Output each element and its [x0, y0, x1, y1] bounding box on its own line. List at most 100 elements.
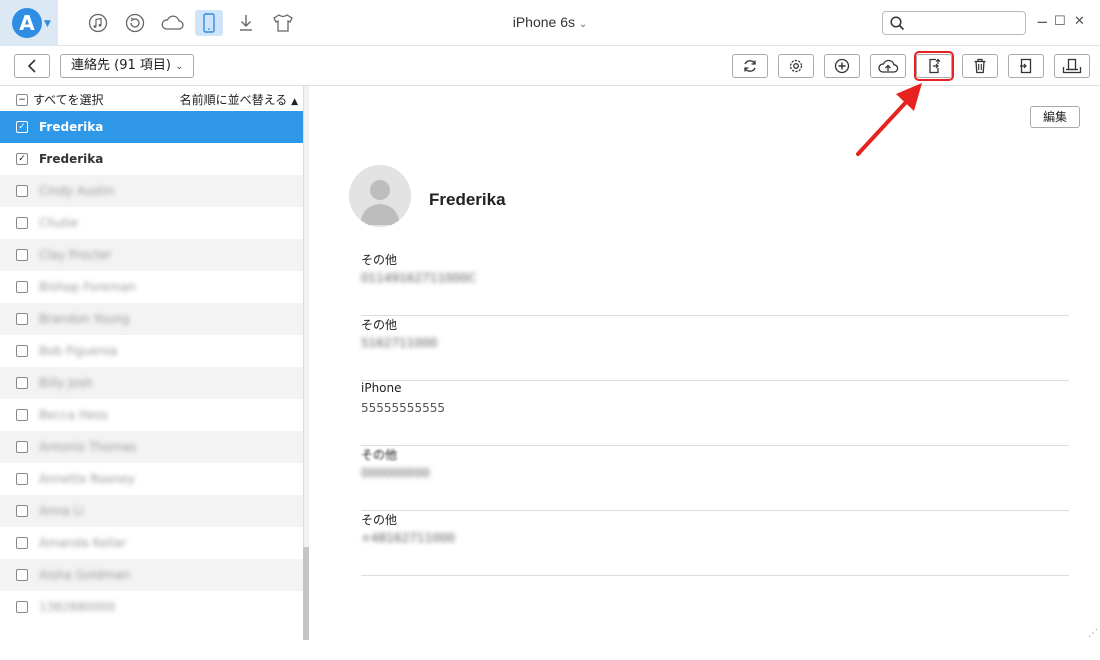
contact-name-label: Anna Li: [39, 504, 84, 518]
contact-checkbox[interactable]: [16, 345, 28, 357]
contact-row[interactable]: Billy Josh: [0, 367, 303, 399]
music-icon[interactable]: [84, 10, 112, 36]
field-label: その他: [361, 513, 398, 527]
device-selector[interactable]: iPhone 6s ⌄: [490, 14, 610, 30]
contact-sidebar: − すべてを選択 名前順に並べ替える ▲ ✓ Frederika ✓ Frederik…: [0, 86, 304, 640]
contact-row[interactable]: Chutie: [0, 207, 303, 239]
contact-name-label: Frederika: [39, 152, 104, 166]
category-label: 連絡先 (91 項目): [71, 58, 171, 73]
delete-button[interactable]: [962, 54, 998, 78]
contact-row[interactable]: Annette Rooney: [0, 463, 303, 495]
select-all-label: すべてを選択: [33, 93, 104, 107]
contact-name: Frederika: [429, 190, 506, 209]
contact-field: その他 000000000: [361, 446, 1069, 511]
resize-grip-icon[interactable]: ⋰: [1088, 628, 1098, 639]
contact-checkbox[interactable]: [16, 185, 28, 197]
contact-row[interactable]: Amanda Kellar: [0, 527, 303, 559]
add-button[interactable]: [824, 54, 860, 78]
contact-checkbox[interactable]: [16, 601, 28, 613]
contact-row[interactable]: Aisha Goldman: [0, 559, 303, 591]
contact-checkbox[interactable]: [16, 313, 28, 325]
minimize-button[interactable]: −: [1036, 14, 1049, 30]
contact-row[interactable]: Clay Procter: [0, 239, 303, 271]
checkbox-icon[interactable]: −: [16, 93, 28, 106]
contact-field: その他 01149162711000C: [361, 251, 1069, 316]
phone-icon[interactable]: [195, 10, 223, 36]
contact-row[interactable]: Becca Hess: [0, 399, 303, 431]
cloud-upload-icon: [878, 59, 899, 73]
contact-checkbox[interactable]: [16, 281, 28, 293]
tshirt-icon[interactable]: [269, 10, 297, 36]
field-value: 01149162711000C: [361, 271, 477, 285]
contact-row[interactable]: ✓ Frederika: [0, 143, 303, 175]
contact-name-label: Aisha Goldman: [39, 568, 130, 582]
person-icon: [360, 180, 400, 225]
contact-row[interactable]: Antonio Thomas: [0, 431, 303, 463]
chevron-left-icon: [27, 59, 36, 73]
contact-row[interactable]: Bob Figueroa: [0, 335, 303, 367]
sort-ascending-icon: ▲: [291, 97, 298, 107]
sort-by-name-button[interactable]: 名前順に並べ替える ▲: [180, 91, 298, 108]
search-input[interactable]: [882, 11, 1026, 35]
category-dropdown[interactable]: 連絡先 (91 項目) ⌄: [60, 54, 195, 78]
chevron-down-icon: ⌄: [578, 19, 588, 30]
contact-row[interactable]: Anna Li: [0, 495, 303, 527]
select-all-checkbox[interactable]: − すべてを選択: [16, 91, 103, 108]
contact-row[interactable]: Brandon Young: [0, 303, 303, 335]
contact-name-label: Chutie: [39, 216, 79, 230]
contact-name-label: Bob Figueroa: [39, 344, 118, 358]
contact-checkbox[interactable]: [16, 505, 28, 517]
contact-name-label: Clay Procter: [39, 248, 112, 262]
settings-button[interactable]: [778, 54, 814, 78]
contact-row[interactable]: ✓ Frederika: [0, 111, 303, 143]
contact-field: iPhone 55555555555: [361, 381, 1069, 446]
sort-label: 名前順に並べ替える: [179, 93, 288, 107]
contact-row[interactable]: Cindy Austin: [0, 175, 303, 207]
contact-name-label: Amanda Kellar: [39, 536, 127, 550]
field-value: 55555555555: [361, 401, 445, 415]
contact-checkbox[interactable]: [16, 569, 28, 581]
download-icon[interactable]: [232, 10, 260, 36]
field-value: 5162711000: [361, 336, 438, 350]
contact-name-label: Cindy Austin: [39, 184, 115, 198]
field-value: +48162711000: [361, 531, 456, 545]
cloud-icon[interactable]: [158, 10, 186, 36]
app-logo[interactable]: A ▼: [0, 0, 58, 46]
category-nav: [84, 10, 297, 36]
field-label: その他: [361, 318, 398, 332]
contact-name-label: Frederika: [39, 120, 104, 134]
search-icon: [890, 16, 905, 31]
contact-name-label: Annette Rooney: [39, 472, 135, 486]
title-bar: A ▼ iPhone 6s ⌄ − ☐ ✕: [0, 0, 1100, 46]
add-icon: [834, 58, 850, 74]
import-button[interactable]: [1008, 54, 1044, 78]
contact-checkbox[interactable]: [16, 377, 28, 389]
maximize-button[interactable]: ☐: [1054, 14, 1066, 30]
back-button[interactable]: [14, 54, 50, 78]
scrollbar-thumb[interactable]: [303, 547, 309, 640]
contact-list: ✓ Frederika ✓ Frederika Cindy Austin Chutie Cl…: [0, 111, 303, 623]
import-icon: [1020, 58, 1032, 74]
contact-checkbox[interactable]: [16, 217, 28, 229]
contact-checkbox[interactable]: [16, 441, 28, 453]
contact-checkbox[interactable]: [16, 409, 28, 421]
send-to-device-button[interactable]: [1054, 54, 1090, 78]
contact-field: その他 5162711000: [361, 316, 1069, 381]
refresh-icon: [744, 60, 756, 72]
contact-checkbox[interactable]: ✓: [16, 121, 28, 133]
contact-checkbox[interactable]: [16, 473, 28, 485]
close-button[interactable]: ✕: [1074, 14, 1085, 30]
cloud-upload-button[interactable]: [870, 54, 906, 78]
contact-row[interactable]: 1382880000: [0, 591, 303, 623]
restore-icon[interactable]: [121, 10, 149, 36]
contact-checkbox[interactable]: ✓: [16, 153, 28, 165]
contact-name-label: Billy Josh: [39, 376, 93, 390]
contact-checkbox[interactable]: [16, 249, 28, 261]
settings-icon: [789, 59, 803, 73]
edit-button[interactable]: 編集: [1030, 106, 1080, 128]
chevron-down-icon[interactable]: ▼: [44, 8, 57, 38]
annotation-arrow: [856, 83, 922, 156]
contact-checkbox[interactable]: [16, 537, 28, 549]
contact-row[interactable]: Bishop Foreman: [0, 271, 303, 303]
refresh-button[interactable]: [732, 54, 768, 78]
